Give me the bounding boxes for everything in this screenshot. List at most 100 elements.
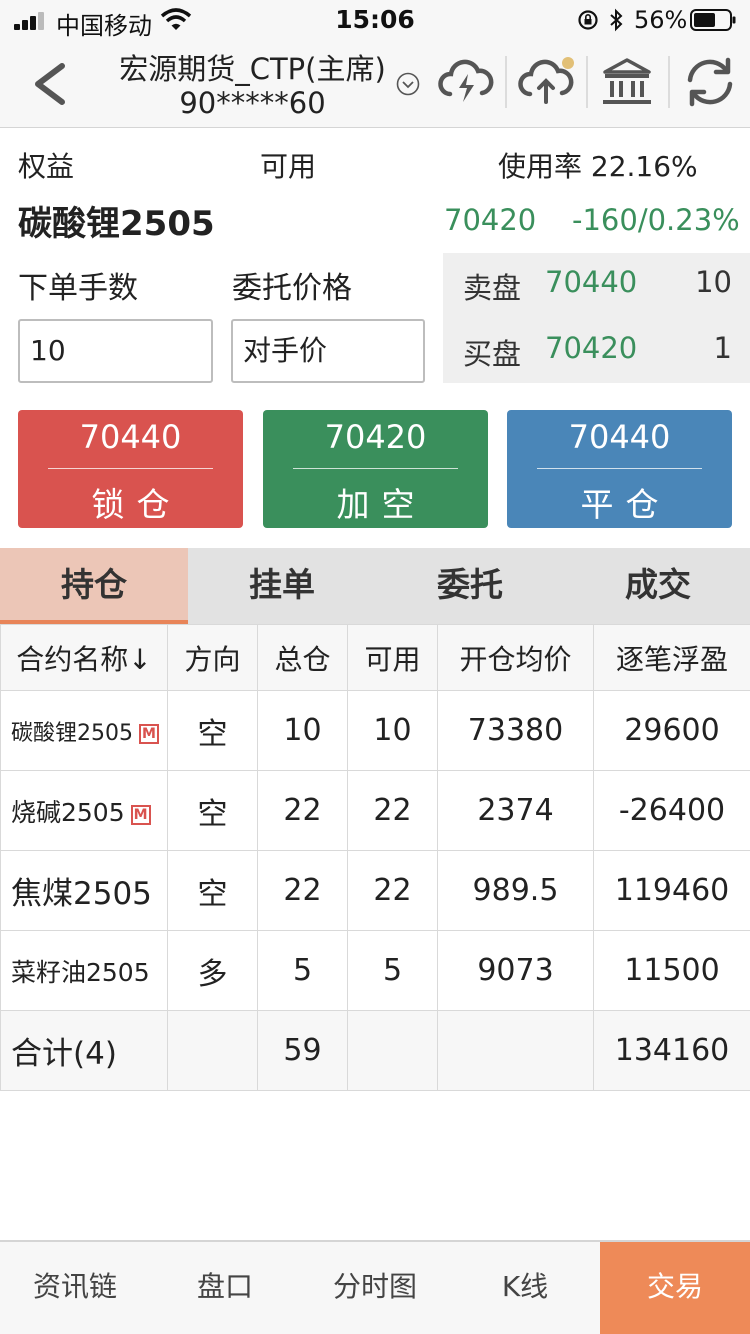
nav-news[interactable]: 资讯链 <box>0 1242 150 1334</box>
floating-pnl: 29600 <box>593 690 750 771</box>
col-direction: 方向 <box>167 624 258 691</box>
contract-name: 焦煤2505 <box>0 850 168 931</box>
ask-price[interactable]: 70440 <box>545 265 637 299</box>
bluetooth-icon <box>610 8 623 32</box>
price-type-input[interactable]: 对手价 <box>231 319 425 383</box>
button-divider <box>537 468 702 469</box>
contract-name-text: 碳酸锂2505 <box>11 720 133 746</box>
available-qty: 22 <box>347 850 438 931</box>
position-tabs: 持仓 挂单 委托 成交 <box>0 548 750 624</box>
avg-price: 9073 <box>437 930 594 1011</box>
header-divider <box>505 56 507 108</box>
cloud-upload-icon[interactable] <box>516 54 576 110</box>
cloud-lightning-icon[interactable] <box>436 54 496 110</box>
empty-cell <box>437 1010 594 1091</box>
instrument-name[interactable]: 碳酸锂2505 <box>18 196 215 245</box>
bank-icon[interactable] <box>597 54 657 110</box>
qty-label: 下单手数 <box>18 271 138 306</box>
order-book: 卖盘 70440 10 买盘 70420 1 <box>443 253 750 383</box>
close-button-price: 70440 <box>568 418 671 456</box>
direction: 空 <box>167 770 258 851</box>
total-pnl: 134160 <box>593 1010 750 1091</box>
total-qty: 22 <box>257 770 348 851</box>
empty-cell <box>347 1010 438 1091</box>
price-change: -160/0.23% <box>572 203 740 237</box>
available-qty: 22 <box>347 770 438 851</box>
floating-pnl: 119460 <box>593 850 750 931</box>
add-short-button-label: 加空 <box>336 485 427 524</box>
total-qty: 59 <box>257 1010 348 1091</box>
available-label: 可用 <box>260 150 317 183</box>
battery-percent: 56% <box>634 6 688 34</box>
total-qty: 5 <box>257 930 348 1011</box>
table-row[interactable]: 菜籽油2505 多 5 5 9073 11500 <box>0 930 750 1011</box>
table-row[interactable]: 烧碱2505 M 空 22 22 2374 -26400 <box>0 770 750 851</box>
status-bar: 中国移动 15:06 56% <box>0 0 750 40</box>
ask-label: 卖盘 <box>463 271 522 305</box>
table-row[interactable]: 碳酸锂2505 M 空 10 10 73380 29600 <box>0 690 750 771</box>
tab-pending[interactable]: 挂单 <box>188 548 376 624</box>
empty-cell <box>167 1010 258 1091</box>
header-divider <box>586 56 588 108</box>
nav-timeshare[interactable]: 分时图 <box>300 1242 450 1334</box>
col-total: 总仓 <box>257 624 348 691</box>
add-short-button[interactable]: 70420 加空 <box>263 410 488 528</box>
bid-label: 买盘 <box>463 337 522 371</box>
m-badge-icon: M <box>130 804 151 825</box>
bid-qty: 1 <box>713 331 732 365</box>
col-pnl: 逐笔浮盈 <box>593 624 750 691</box>
total-row: 合计(4) 59 134160 <box>0 1010 750 1091</box>
app-header: 宏源期货_CTP(主席) 90*****60 <box>0 40 750 128</box>
price-type-label: 委托价格 <box>232 271 352 306</box>
account-title[interactable]: 宏源期货_CTP(主席) <box>100 46 405 88</box>
total-qty: 10 <box>257 690 348 771</box>
nav-quote[interactable]: 盘口 <box>150 1242 300 1334</box>
battery-icon <box>690 9 736 31</box>
ask-qty: 10 <box>695 265 732 299</box>
nav-kline[interactable]: K线 <box>450 1242 600 1334</box>
back-icon[interactable] <box>28 60 72 108</box>
direction: 多 <box>167 930 258 1011</box>
add-short-button-price: 70420 <box>324 418 427 456</box>
col-avg-price: 开仓均价 <box>437 624 594 691</box>
last-price: 70420 <box>444 203 537 237</box>
total-qty: 22 <box>257 850 348 931</box>
direction: 空 <box>167 690 258 771</box>
nav-trade[interactable]: 交易 <box>600 1242 750 1334</box>
tab-trades[interactable]: 成交 <box>564 548 750 624</box>
usage-rate: 使用率 22.16% <box>498 150 698 183</box>
table-row[interactable]: 焦煤2505 空 22 22 989.5 119460 <box>0 850 750 931</box>
tab-positions[interactable]: 持仓 <box>0 548 188 624</box>
m-badge-icon: M <box>139 723 159 744</box>
bid-price[interactable]: 70420 <box>545 331 637 365</box>
account-id[interactable]: 90*****60 <box>100 86 405 120</box>
rotation-lock-icon <box>578 10 598 30</box>
col-available: 可用 <box>347 624 438 691</box>
contract-name: 烧碱2505 M <box>0 770 168 851</box>
close-position-button[interactable]: 70440 平仓 <box>507 410 732 528</box>
bottom-nav: 资讯链 盘口 分时图 K线 交易 <box>0 1240 750 1334</box>
table-header: 合约名称↓ 方向 总仓 可用 开仓均价 逐笔浮盈 <box>0 624 750 691</box>
avg-price: 989.5 <box>437 850 594 931</box>
lock-button-price: 70440 <box>79 418 182 456</box>
lock-position-button[interactable]: 70440 锁仓 <box>18 410 243 528</box>
lock-button-label: 锁仓 <box>91 485 182 524</box>
direction: 空 <box>167 850 258 931</box>
close-button-label: 平仓 <box>580 485 671 524</box>
col-contract[interactable]: 合约名称↓ <box>0 624 168 691</box>
header-divider <box>668 56 670 108</box>
button-divider <box>293 468 458 469</box>
contract-name: 菜籽油2505 <box>0 930 168 1011</box>
avg-price: 2374 <box>437 770 594 851</box>
tab-orders[interactable]: 委托 <box>376 548 564 624</box>
available-qty: 5 <box>347 930 438 1011</box>
refresh-icon[interactable] <box>680 54 740 110</box>
dropdown-icon[interactable] <box>396 72 420 96</box>
avg-price: 73380 <box>437 690 594 771</box>
available-qty: 10 <box>347 690 438 771</box>
contract-name-text: 烧碱2505 <box>11 797 125 827</box>
total-label: 合计(4) <box>0 1010 168 1091</box>
contract-name: 碳酸锂2505 M <box>0 690 168 771</box>
equity-label: 权益 <box>18 150 75 183</box>
qty-input[interactable]: 10 <box>18 319 213 383</box>
